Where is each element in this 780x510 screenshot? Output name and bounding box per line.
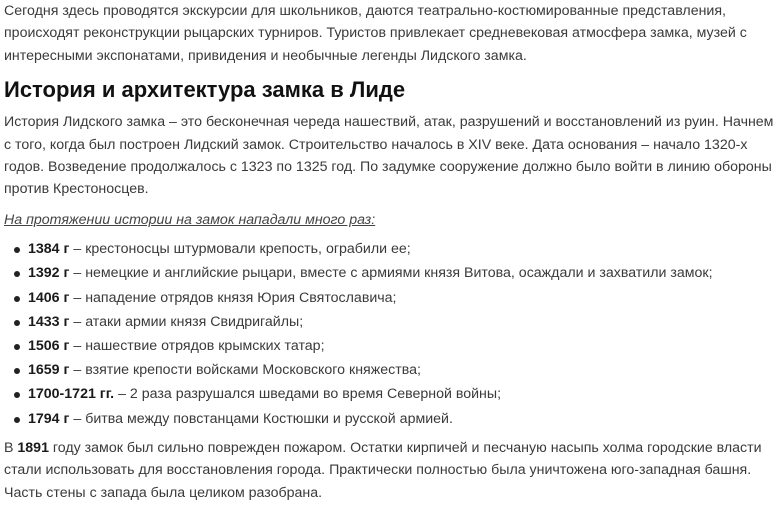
history-paragraph: История Лидского замка – это бесконечная…	[4, 114, 774, 198]
list-item: 1506 г – нашествие отрядов крымских тата…	[12, 334, 780, 358]
fire-paragraph: В 1891 году замок был сильно поврежден п…	[4, 437, 776, 504]
list-item: 1433 г – атаки армии князя Свидригайлы;	[12, 310, 780, 334]
bullet-icon	[14, 392, 20, 399]
events-list: 1384 г – крестоносцы штурмовали крепость…	[4, 237, 780, 431]
event-text: – немецкие и английские рыцари, вместе с…	[69, 265, 713, 282]
event-text: – битва между повстанцами Костюшки и рус…	[69, 410, 453, 427]
list-item: 1794 г – битва между повстанцами Костюшк…	[12, 407, 780, 431]
event-text: – нашествие отрядов крымских татар;	[69, 338, 325, 355]
list-item: 1406 г – нападение отрядов князя Юрия Св…	[12, 286, 780, 310]
event-text: – крестоносцы штурмовали крепость, ограб…	[69, 241, 411, 258]
event-year: 1659 г	[28, 362, 70, 379]
list-item: 1700-1721 гг. – 2 раза разрушался шведам…	[12, 382, 780, 406]
event-year: 1433 г	[28, 313, 70, 330]
bullet-icon	[14, 271, 20, 278]
bullet-icon	[14, 368, 20, 375]
bullet-icon	[14, 319, 20, 326]
bullet-icon	[14, 295, 20, 302]
event-year: 1700-1721 гг.	[28, 386, 115, 403]
fire-text: году замок был сильно поврежден пожаром.…	[4, 439, 762, 501]
event-year: 1406 г	[28, 289, 70, 306]
event-year: 1384 г	[28, 241, 70, 258]
event-text: – 2 раза разрушался шведами во время Сев…	[114, 386, 502, 403]
bullet-icon	[14, 247, 20, 254]
fire-prefix: В	[4, 439, 18, 456]
event-year: 1506 г	[28, 338, 70, 355]
list-item: 1384 г – крестоносцы штурмовали крепость…	[12, 237, 780, 261]
bullet-icon	[14, 344, 20, 351]
section-heading: История и архитектура замка в Лиде	[4, 77, 406, 103]
event-year: 1794 г	[28, 410, 70, 427]
event-text: – атаки армии князя Свидригайлы;	[69, 313, 304, 330]
event-year: 1392 г	[28, 265, 70, 282]
list-item: 1392 г – немецкие и английские рыцари, в…	[12, 261, 780, 285]
list-item: 1659 г – взятие крепости войсками Москов…	[12, 358, 780, 382]
event-text: – нападение отрядов князя Юрия Святослав…	[69, 289, 397, 306]
fire-year: 1891	[17, 439, 49, 456]
intro-paragraph: Сегодня здесь проводятся экскурсии для ш…	[4, 3, 747, 64]
attacks-intro: На протяжении истории на замок нападали …	[4, 211, 376, 228]
bullet-icon	[14, 416, 20, 423]
event-text: – взятие крепости войсками Московского к…	[69, 362, 421, 379]
article: Сегодня здесь проводятся экскурсии для ш…	[0, 0, 780, 510]
